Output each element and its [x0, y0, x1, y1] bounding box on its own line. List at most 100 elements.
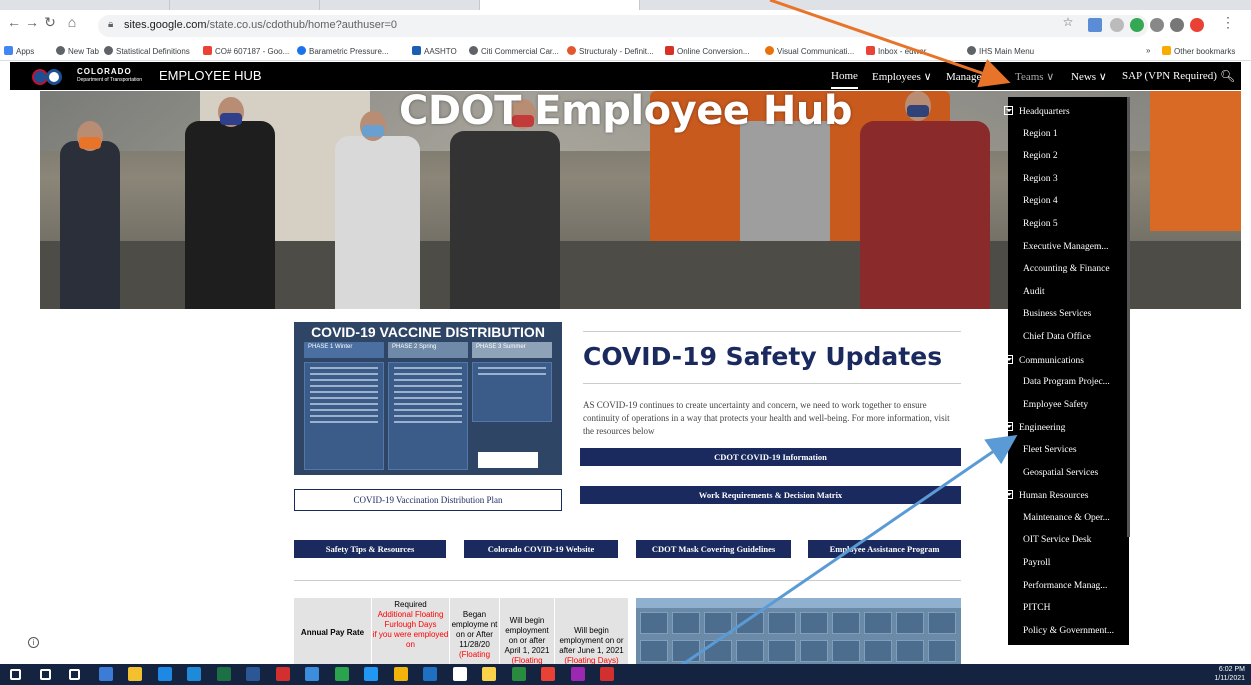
teams-menu-item[interactable]: Region 1	[1023, 129, 1058, 139]
sticky-notes-icon[interactable]	[482, 667, 496, 681]
teams-menu-item[interactable]: Fleet Services	[1023, 445, 1077, 455]
edge-icon[interactable]	[157, 667, 172, 681]
nav-news[interactable]: News ∨	[1071, 70, 1107, 83]
expand-icon[interactable]	[1004, 422, 1013, 432]
vaccine-poster-image[interactable]: COVID-19 VACCINE DISTRIBUTION PHASE 1 Wi…	[294, 322, 562, 475]
bookmark-item[interactable]: IHS Main Menu	[967, 46, 1034, 56]
expand-icon[interactable]	[1004, 354, 1013, 364]
teams-menu-item[interactable]: Region 3	[1023, 174, 1058, 184]
forward-icon[interactable]: →	[22, 14, 42, 30]
teams-menu-item[interactable]: Region 5	[1023, 219, 1058, 229]
teams-menu-item[interactable]: Performance Manag...	[1023, 581, 1107, 591]
nav-managers[interactable]: Managers ∨	[946, 70, 1000, 83]
teams-menu-item[interactable]: Communications	[1004, 354, 1084, 366]
safety-tips-button[interactable]: Safety Tips & Resources	[294, 540, 446, 558]
project-icon[interactable]	[511, 667, 526, 681]
cdot-logo[interactable]	[32, 67, 72, 85]
teams-menu-item[interactable]: Data Program Projec...	[1023, 377, 1110, 387]
search-icon[interactable]: 🔍︎	[1220, 69, 1235, 83]
nav-home[interactable]: Home	[831, 70, 858, 89]
bookmark-item[interactable]: Statistical Definitions	[104, 46, 190, 56]
app-icon[interactable]	[187, 667, 201, 681]
teams-menu-item[interactable]: Headquarters	[1004, 106, 1070, 117]
teams-menu-item[interactable]: Employee Safety	[1023, 400, 1088, 410]
excel-icon[interactable]	[216, 667, 231, 681]
teams-menu-item[interactable]: Human Resources	[1004, 490, 1088, 501]
browser-tab[interactable]	[0, 0, 170, 10]
site-title[interactable]: EMPLOYEE HUB	[159, 68, 262, 83]
teams-menu-item[interactable]: Region 4	[1023, 196, 1058, 206]
teams-menu-item[interactable]: Payroll	[1023, 558, 1050, 568]
extension-icon[interactable]	[1110, 18, 1124, 32]
nav-sap[interactable]: SAP (VPN Required)	[1122, 70, 1217, 82]
mask-guidelines-button[interactable]: CDOT Mask Covering Guidelines	[636, 540, 791, 558]
other-bookmarks[interactable]: Other bookmarks	[1162, 46, 1235, 56]
acrobat-dc-icon[interactable]	[600, 667, 614, 681]
nav-employees[interactable]: Employees ∨	[872, 70, 932, 83]
bookmark-item[interactable]: Online Conversion...	[665, 46, 749, 56]
dropdown-scrollbar[interactable]	[1127, 97, 1130, 537]
extension-icon[interactable]	[1150, 18, 1164, 32]
chrome-profile-icon[interactable]	[541, 667, 555, 681]
profile-avatar[interactable]	[1190, 18, 1204, 32]
bookmark-item[interactable]: CO# 607187 - Goo...	[203, 46, 289, 56]
bookmark-item[interactable]: Structuraly - Definit...	[567, 46, 654, 56]
covid-info-button[interactable]: CDOT COVID-19 Information	[580, 448, 961, 466]
expand-icon[interactable]	[1004, 106, 1013, 115]
home-icon[interactable]: ⌂	[62, 14, 82, 30]
teams-menu-item[interactable]: OIT Service Desk	[1023, 535, 1091, 545]
task-view-icon[interactable]	[69, 669, 80, 680]
extension-icon[interactable]	[1130, 18, 1144, 32]
acrobat-icon[interactable]	[275, 667, 290, 681]
work-requirements-button[interactable]: Work Requirements & Decision Matrix	[580, 486, 961, 504]
outlook-icon[interactable]	[423, 667, 437, 681]
teams-menu-item[interactable]: Chief Data Office	[1023, 332, 1091, 342]
start-icon[interactable]	[10, 669, 21, 680]
browser-tab[interactable]	[320, 0, 480, 10]
teams-menu-item[interactable]: Policy & Government...	[1023, 626, 1114, 636]
teams-menu-item[interactable]: Business Services	[1023, 309, 1091, 319]
chrome-icon[interactable]	[334, 667, 349, 681]
browser-tab-active[interactable]	[480, 0, 640, 10]
menu-icon[interactable]: ⋮	[1218, 14, 1238, 31]
expand-icon[interactable]	[1004, 490, 1013, 500]
teams-menu-item[interactable]: Region 2	[1023, 151, 1058, 161]
folder-icon[interactable]	[393, 667, 408, 681]
employee-assistance-button[interactable]: Employee Assistance Program	[808, 540, 961, 558]
back-icon[interactable]: ←	[4, 14, 24, 30]
bookmark-item[interactable]: AASHTO	[412, 46, 457, 56]
hyperion-icon[interactable]	[452, 667, 467, 681]
chrome-profile-2-icon[interactable]	[570, 667, 585, 681]
chrome-alt-icon[interactable]	[364, 667, 378, 681]
browser-tab[interactable]	[170, 0, 320, 10]
url-field[interactable]: 🔒︎ sites.google.com/state.co.us/cdothub/…	[98, 15, 1148, 37]
taskbar-clock[interactable]: 6:02 PM 1/11/2021	[1205, 665, 1245, 683]
word-icon[interactable]	[246, 667, 260, 681]
search-icon[interactable]	[39, 669, 51, 680]
bookmark-item[interactable]: New Tab	[56, 46, 99, 56]
star-icon[interactable]: ☆	[1058, 15, 1078, 29]
teams-menu-item[interactable]: Executive Managem...	[1023, 242, 1108, 252]
teams-menu-item[interactable]: Audit	[1023, 287, 1045, 297]
info-icon[interactable]: i	[28, 637, 39, 648]
nav-teams[interactable]: Teams ∨	[1015, 70, 1054, 83]
calculator-icon[interactable]	[98, 667, 113, 681]
teams-menu-item[interactable]: Engineering	[1004, 422, 1065, 433]
colorado-covid-website-button[interactable]: Colorado COVID-19 Website	[464, 540, 618, 558]
bookmark-item[interactable]: Inbox - edwar	[866, 46, 926, 56]
teams-menu-item[interactable]: Maintenance & Oper...	[1023, 513, 1110, 523]
dropbox-icon[interactable]	[305, 667, 319, 681]
teams-menu-item[interactable]: Geospatial Services	[1023, 468, 1098, 478]
bookmark-item[interactable]: Citi Commercial Car...	[469, 46, 559, 56]
vaccination-plan-button[interactable]: COVID-19 Vaccination Distribution Plan	[294, 489, 562, 511]
dashboard-thumbnail[interactable]	[636, 598, 961, 668]
bookmark-apps[interactable]: Apps	[4, 46, 34, 56]
extension-icon[interactable]	[1088, 18, 1102, 32]
bookmark-item[interactable]: Barametric Pressure...	[297, 46, 389, 56]
bookmark-item[interactable]: Visual Communicati...	[765, 46, 854, 56]
extension-icon[interactable]	[1170, 18, 1184, 32]
reload-icon[interactable]: ↻	[40, 14, 60, 31]
teams-menu-item[interactable]: Accounting & Finance	[1023, 264, 1110, 274]
teams-menu-item[interactable]: PITCH	[1023, 603, 1050, 613]
bookmarks-overflow[interactable]: »	[1146, 46, 1150, 55]
